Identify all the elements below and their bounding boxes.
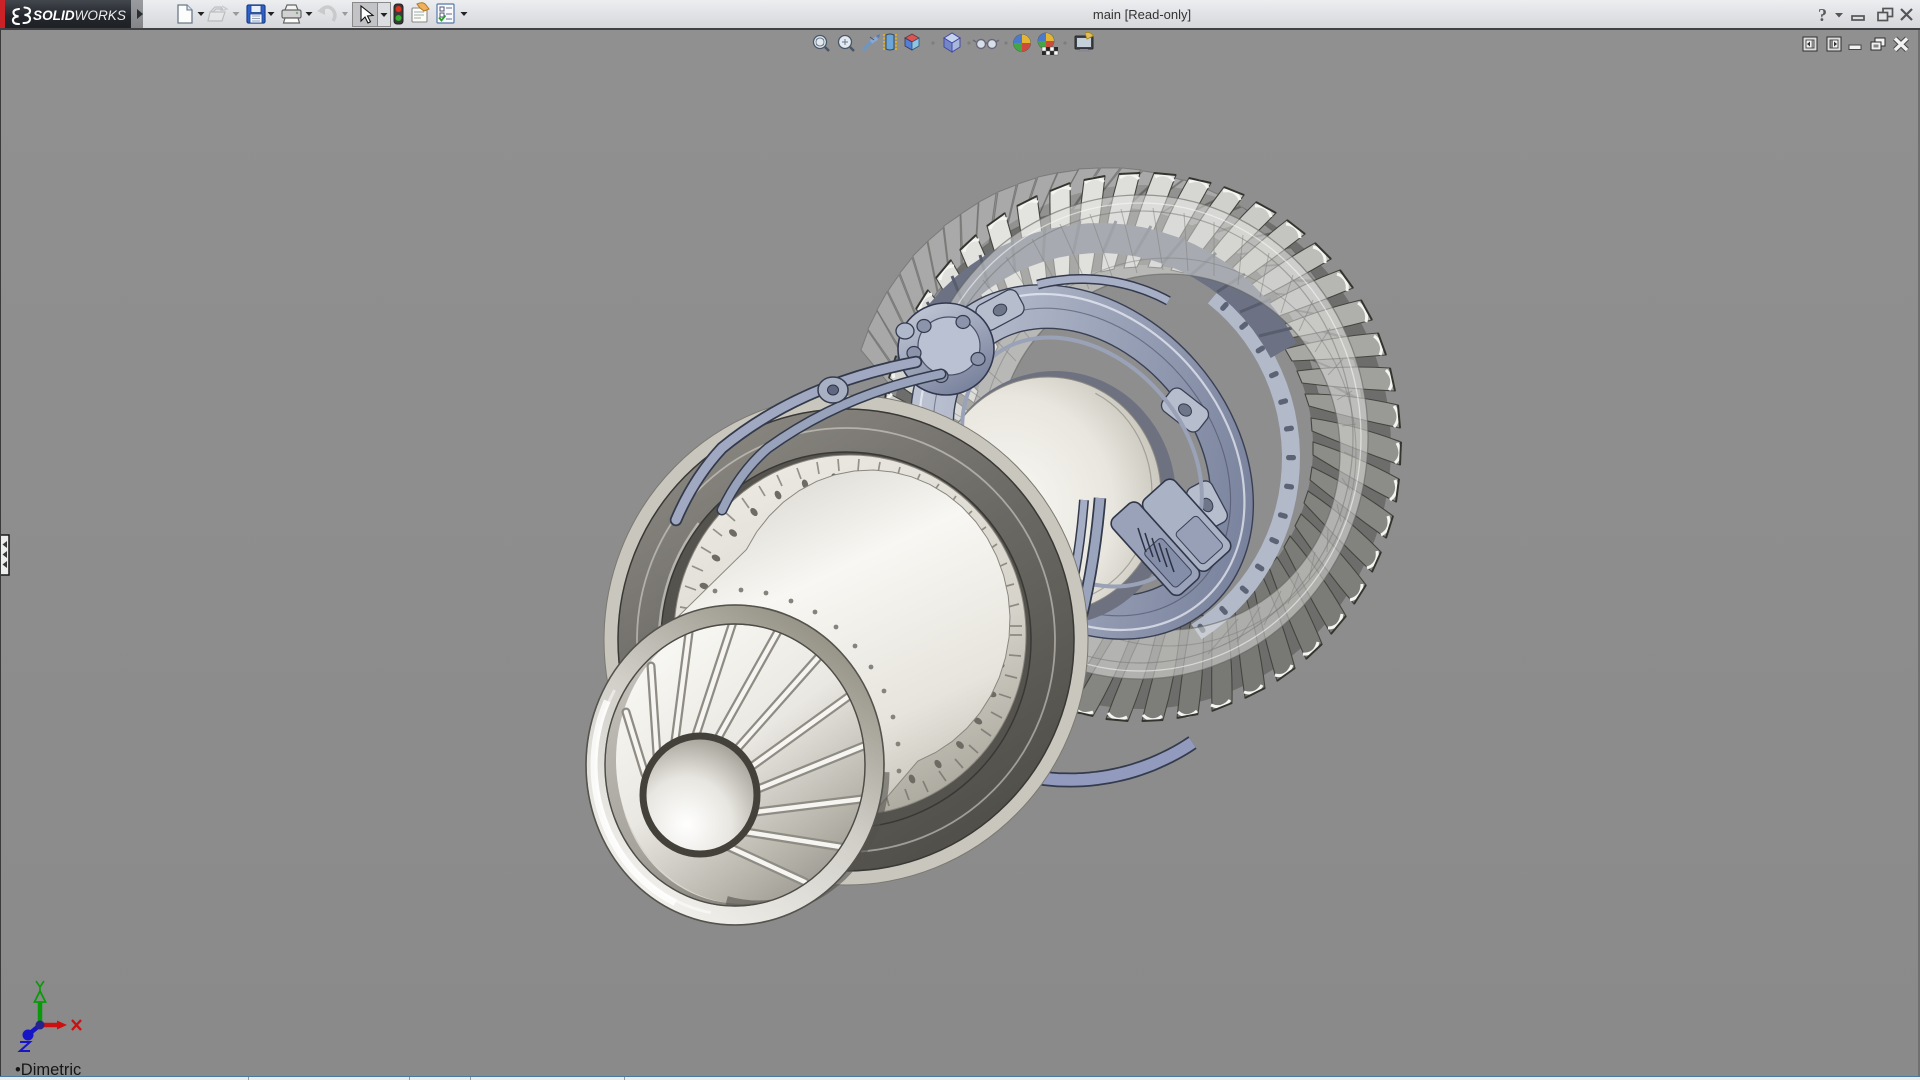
svg-text:SOLIDWORKS: SOLIDWORKS <box>33 8 126 23</box>
svg-text:?: ? <box>1818 5 1827 25</box>
